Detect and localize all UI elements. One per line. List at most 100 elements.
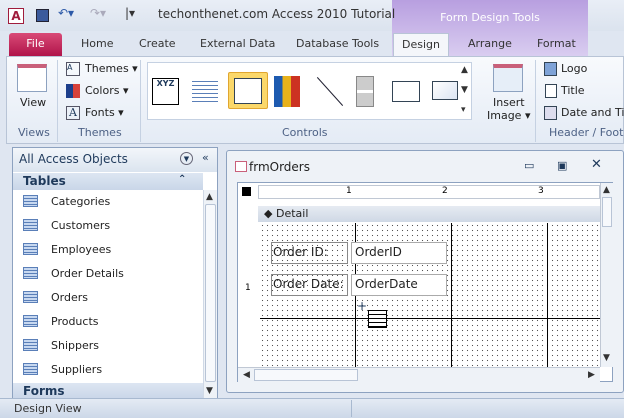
tab-format[interactable]: Format <box>537 37 576 50</box>
table-icon <box>23 291 38 303</box>
tab-create[interactable]: Create <box>139 37 176 50</box>
item-label: Employees <box>51 242 112 256</box>
vertical-scrollbar[interactable]: ▲ ▼ <box>600 183 613 367</box>
order-date-textbox[interactable]: OrderDate <box>351 274 447 296</box>
form-design-surface: 1 2 3 1 ◆ Detail Order ID: OrderID Order… <box>237 182 613 382</box>
view-icon[interactable] <box>17 64 47 92</box>
order-date-label[interactable]: Order Date: <box>271 274 348 296</box>
list-item[interactable]: Products <box>23 311 99 331</box>
list-item[interactable]: Order Details <box>23 263 124 283</box>
combo-box-icon[interactable] <box>228 72 268 109</box>
tab-design[interactable]: Design <box>393 33 449 57</box>
label-icon[interactable]: XYZ <box>152 78 179 105</box>
tab-external-data[interactable]: External Data <box>200 37 275 50</box>
insert-image-icon[interactable] <box>493 64 523 92</box>
controls-gallery: XYZ ▲ ▼ ▾ <box>147 62 472 120</box>
scroll-right-icon[interactable]: ▶ <box>588 370 595 380</box>
nav-menu-dropdown-icon[interactable]: ▼ <box>180 152 193 165</box>
table-icon <box>23 363 38 375</box>
list-spin-icon[interactable] <box>392 81 420 102</box>
rectangle-icon[interactable] <box>432 81 458 100</box>
form-title: frmOrders <box>249 160 310 174</box>
list-item[interactable]: Customers <box>23 215 110 235</box>
minimize-icon[interactable]: ▭ <box>524 159 534 172</box>
order-id-label[interactable]: Order ID: <box>271 242 348 264</box>
access-logo-icon: A <box>8 8 24 24</box>
line-icon[interactable] <box>316 77 344 106</box>
undo-icon[interactable]: ↶▾ <box>58 6 74 20</box>
order-id-textbox[interactable]: OrderID <box>351 242 447 264</box>
date-time-icon <box>544 106 557 120</box>
list-item[interactable]: Categories <box>23 191 110 211</box>
scroll-up-icon[interactable]: ▲ <box>206 192 213 202</box>
list-box-icon[interactable] <box>192 78 218 105</box>
item-label: Order Details <box>51 266 124 280</box>
gallery-scroll-down-icon[interactable]: ▼ <box>461 85 468 95</box>
ruler-tick-label: 1 <box>346 186 352 196</box>
separator <box>140 60 141 142</box>
scroll-left-icon[interactable]: ◀ <box>243 370 250 380</box>
tab-database-tools[interactable]: Database Tools <box>296 37 379 50</box>
shutter-collapse-icon[interactable]: « <box>202 151 209 164</box>
ruler-tick-label: 3 <box>538 186 544 196</box>
crosshair-cursor-icon: + <box>357 299 368 313</box>
tab-file[interactable]: File <box>9 33 62 56</box>
scroll-thumb[interactable] <box>602 197 612 227</box>
scroll-down-icon[interactable]: ▼ <box>603 353 610 363</box>
date-time-button[interactable]: Date and Tim <box>561 106 624 119</box>
nav-section-tables[interactable]: Tables ⌃ <box>13 173 203 190</box>
view-button[interactable]: View <box>20 96 46 109</box>
customize-qat-icon[interactable]: |▾ <box>125 6 135 20</box>
grid-line <box>260 318 600 319</box>
table-icon <box>23 315 38 327</box>
colors-icon <box>66 84 80 98</box>
group-label-views: Views <box>18 126 50 139</box>
form-selector[interactable] <box>242 187 251 196</box>
nav-header[interactable]: All Access Objects ▼ « <box>13 148 217 172</box>
restore-icon[interactable]: ▣ <box>557 159 567 172</box>
toggle-button-icon[interactable] <box>356 76 374 107</box>
scroll-down-icon[interactable]: ▼ <box>206 386 213 396</box>
colors-button[interactable]: Colors ▾ <box>85 84 128 97</box>
themes-button[interactable]: Themes ▾ <box>85 62 138 75</box>
scroll-thumb[interactable] <box>254 369 358 381</box>
insert-image-button[interactable]: Image ▾ <box>487 109 530 122</box>
detail-section-bar[interactable]: ◆ Detail <box>258 206 600 222</box>
insert-image-line1[interactable]: Insert <box>493 96 525 109</box>
vertical-ruler[interactable]: 1 <box>242 235 256 367</box>
chart-icon[interactable] <box>274 76 300 107</box>
list-item[interactable]: Orders <box>23 287 88 307</box>
collapse-icon[interactable]: ⌃ <box>178 174 186 185</box>
horizontal-ruler[interactable]: 1 2 3 <box>258 185 600 199</box>
table-icon <box>23 219 38 231</box>
item-label: Customers <box>51 218 111 232</box>
group-label-themes: Themes <box>78 126 122 139</box>
themes-label: Themes <box>85 62 129 75</box>
redo-icon[interactable]: ↷▾ <box>90 6 106 20</box>
close-icon[interactable]: ✕ <box>591 157 602 172</box>
tab-arrange[interactable]: Arrange <box>468 37 512 50</box>
logo-button[interactable]: Logo <box>561 62 587 75</box>
gallery-scroll-up-icon[interactable]: ▲ <box>461 65 468 75</box>
horizontal-scrollbar[interactable]: ◀ ▶ <box>238 367 600 382</box>
separator <box>351 400 352 417</box>
gallery-more-icon[interactable]: ▾ <box>461 105 466 115</box>
list-item[interactable]: Employees <box>23 239 111 259</box>
save-icon[interactable] <box>36 9 49 22</box>
detail-grid[interactable]: Order ID: OrderID Order Date: OrderDate … <box>260 223 600 367</box>
title-button[interactable]: Title <box>561 84 585 97</box>
nav-scrollbar[interactable]: ▲ ▼ <box>203 190 217 398</box>
item-label: Orders <box>51 290 88 304</box>
scroll-thumb[interactable] <box>205 204 216 382</box>
form-window: frmOrders ▭ ▣ ✕ 1 2 3 1 ◆ Detail Order I… <box>226 150 624 393</box>
ruler-tick-label: 2 <box>442 186 448 196</box>
list-item[interactable]: Suppliers <box>23 359 102 379</box>
nav-section-forms[interactable]: Forms <box>13 383 203 399</box>
tab-home[interactable]: Home <box>81 37 113 50</box>
combo-box-cursor-icon <box>368 310 387 328</box>
fonts-button[interactable]: Fonts ▾ <box>85 106 124 119</box>
window-title: techonthenet.com Access 2010 Tutorial <box>158 7 396 21</box>
list-item[interactable]: Shippers <box>23 335 99 355</box>
scroll-up-icon[interactable]: ▲ <box>603 185 610 195</box>
section-label: Detail <box>275 207 309 220</box>
